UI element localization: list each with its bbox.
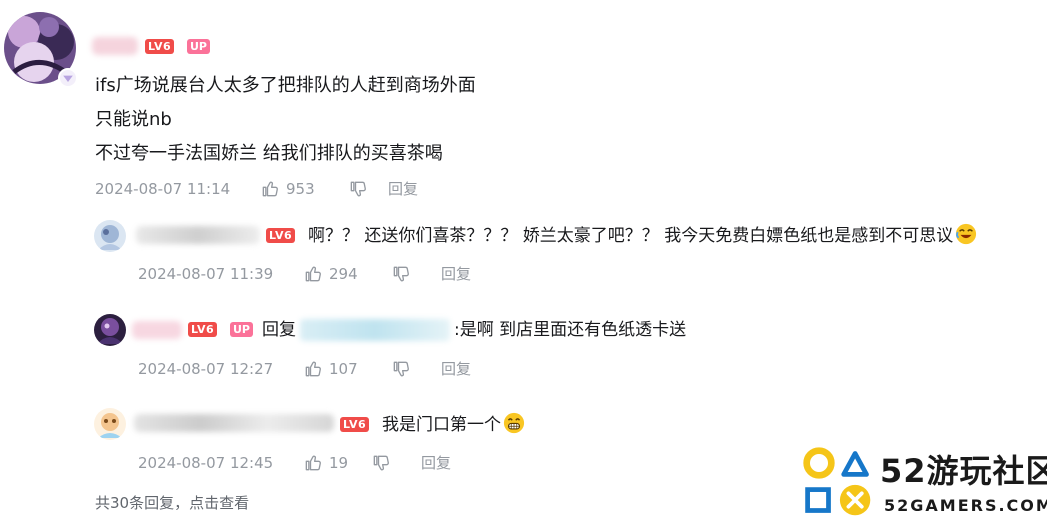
vip-badge-icon <box>58 68 78 88</box>
level-badge: LV6 <box>188 322 218 337</box>
avatar[interactable] <box>94 314 126 346</box>
thumb-up-icon <box>305 361 321 376</box>
reply-text: 回复 :是啊 到店里面还有色纸透卡送 <box>262 318 686 342</box>
reply-button[interactable]: 回复 <box>441 358 471 379</box>
watermark-logo-icon <box>803 447 871 516</box>
thumb-down-icon <box>350 181 366 196</box>
thumb-up-icon <box>305 455 321 470</box>
like-button[interactable]: 953 <box>260 179 348 199</box>
avatar-image <box>94 220 126 252</box>
reply-prefix: 回复 <box>262 320 296 340</box>
reply-text: 啊？？ 还送你们喜茶？？？ 娇兰太豪了吧？？ 我今天免费白嫖色纸也是感到不可思议 <box>308 223 977 248</box>
grinning-emoji-icon <box>503 412 525 434</box>
reply-button[interactable]: 回复 <box>441 263 471 284</box>
dislike-button[interactable] <box>391 359 429 379</box>
username[interactable] <box>136 226 260 244</box>
dislike-button[interactable] <box>371 453 409 473</box>
thumb-up-icon <box>262 181 278 196</box>
watermark-brand: 52游玩社区 <box>880 452 1047 490</box>
like-count: 19 <box>329 453 349 472</box>
dislike-button[interactable] <box>391 264 429 284</box>
username[interactable] <box>134 414 334 432</box>
comment-meta: 2024-08-07 11:14 953 回复 <box>95 178 418 199</box>
thumb-up-icon <box>305 266 321 281</box>
avatar[interactable] <box>94 220 126 252</box>
like-button[interactable]: 19 <box>303 453 371 473</box>
avatar-image <box>94 314 126 346</box>
reply-button[interactable]: 回复 <box>388 178 418 199</box>
reply-content: :是啊 到店里面还有色纸透卡送 <box>454 320 687 340</box>
laughing-emoji-icon <box>956 223 977 245</box>
like-count: 107 <box>329 359 358 378</box>
up-badge: UP <box>230 322 253 337</box>
timestamp: 2024-08-07 12:27 <box>138 359 274 378</box>
comment-meta: 2024-08-07 11:39 294 回复 <box>138 263 471 284</box>
thumb-down-icon <box>393 266 409 281</box>
comment-meta: 2024-08-07 12:45 19 回复 <box>138 452 451 473</box>
timestamp: 2024-08-07 11:39 <box>138 264 274 283</box>
timestamp: 2024-08-07 12:45 <box>138 453 274 472</box>
level-badge: LV6 <box>145 39 175 54</box>
dislike-button[interactable] <box>348 179 386 199</box>
up-badge: UP <box>187 39 210 54</box>
like-count: 953 <box>286 179 315 198</box>
like-button[interactable]: 294 <box>303 264 391 284</box>
comment-line: ifs广场说展台人太多了把排队的人赶到商场外面 <box>95 75 476 96</box>
level-badge: LV6 <box>266 228 296 243</box>
timestamp: 2024-08-07 11:14 <box>95 179 231 198</box>
mention-link[interactable] <box>300 319 450 341</box>
thumb-down-icon <box>393 361 409 376</box>
watermark: 52游玩社区 52GAMERS.COM <box>800 440 1047 524</box>
comment-meta: 2024-08-07 12:27 107 回复 <box>138 358 471 379</box>
like-count: 294 <box>329 264 358 283</box>
level-badge: LV6 <box>340 417 370 432</box>
reply-content: 我是门口第一个 <box>382 415 501 435</box>
thumb-down-icon <box>373 455 389 470</box>
avatar-image <box>94 408 126 440</box>
comment-line: 只能说nb <box>95 109 172 130</box>
watermark-url: 52GAMERS.COM <box>884 496 1047 515</box>
username[interactable] <box>132 321 182 339</box>
view-more-replies-link[interactable]: 共30条回复，点击查看 <box>95 492 249 513</box>
avatar[interactable] <box>94 408 126 440</box>
username[interactable] <box>92 37 138 55</box>
reply-text: 我是门口第一个 <box>382 412 525 437</box>
reply-button[interactable]: 回复 <box>421 452 451 473</box>
like-button[interactable]: 107 <box>303 359 391 379</box>
comment-line: 不过夸一手法国娇兰 给我们排队的买喜茶喝 <box>95 143 443 164</box>
reply-content: 啊？？ 还送你们喜茶？？？ 娇兰太豪了吧？？ 我今天免费白嫖色纸也是感到不可思议 <box>308 226 954 246</box>
